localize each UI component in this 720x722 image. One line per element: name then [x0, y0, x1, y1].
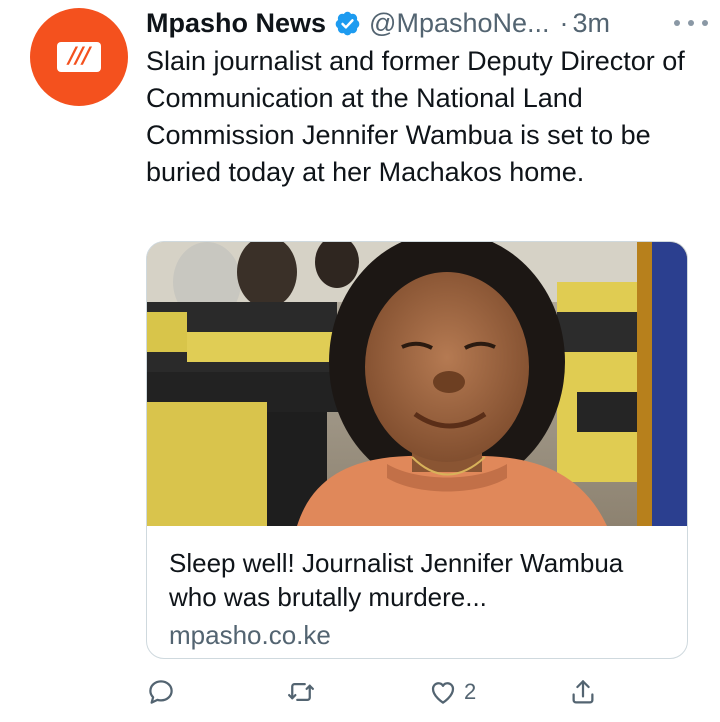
tweet[interactable]: /// Mpasho News @MpashoNe... · 3m Slain …: [0, 0, 720, 722]
like-icon: [431, 682, 455, 704]
avatar[interactable]: ///: [30, 8, 128, 106]
link-card[interactable]: Sleep well! Journalist Jennifer Wambua w…: [146, 241, 688, 659]
tweet-text: Slain journalist and former Deputy Direc…: [146, 46, 685, 187]
reply-icon: [149, 680, 173, 704]
reply-button[interactable]: [146, 672, 182, 712]
display-name[interactable]: Mpasho News: [146, 8, 326, 39]
more-icon[interactable]: [674, 13, 708, 33]
verified-badge-icon: [335, 11, 360, 35]
retweet-icon: [288, 683, 314, 701]
action-bar: 2: [146, 672, 616, 712]
logo-mark: ///: [68, 44, 90, 69]
card-image: [147, 242, 687, 526]
card-title[interactable]: Sleep well! Journalist Jennifer Wambua w…: [169, 546, 671, 614]
separator-dot: ·: [559, 7, 569, 38]
like-button[interactable]: 2: [428, 672, 476, 712]
timestamp[interactable]: 3m: [573, 8, 611, 39]
author-handle[interactable]: @MpashoNe...: [369, 8, 549, 39]
share-icon: [572, 680, 594, 704]
share-button[interactable]: [568, 672, 604, 712]
card-domain[interactable]: mpasho.co.ke: [169, 618, 671, 652]
card-body: Sleep well! Journalist Jennifer Wambua w…: [169, 546, 671, 652]
tweet-header: Mpasho News @MpashoNe... · 3m: [146, 4, 708, 42]
mpasho-logo: ///: [57, 42, 101, 72]
like-count: 2: [464, 679, 477, 704]
retweet-button[interactable]: [286, 672, 322, 712]
